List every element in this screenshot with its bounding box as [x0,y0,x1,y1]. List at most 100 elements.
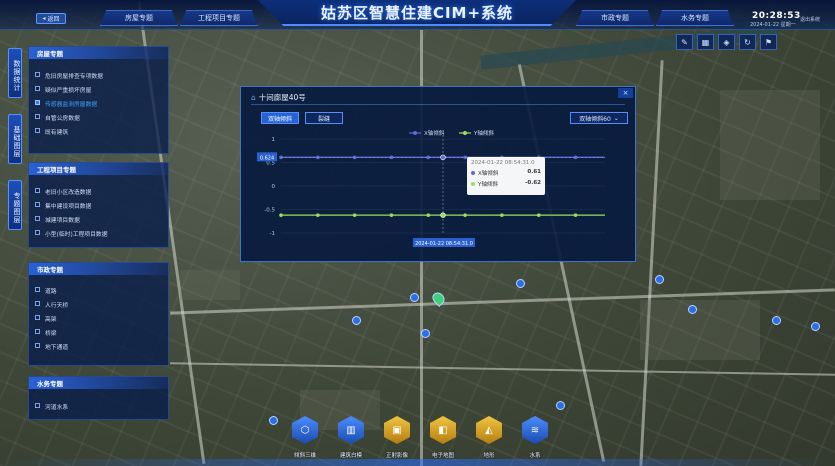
checkbox[interactable] [35,188,40,193]
section-water: 水务专题 河道水系 [28,376,169,420]
building-marker[interactable] [352,316,361,325]
pencil-icon[interactable]: ✎ [676,34,693,50]
tab-engineering[interactable]: 工程项目专题 [180,10,258,26]
layer-item[interactable]: 城建项目数据 [29,212,168,226]
checkbox-checked[interactable] [35,100,40,105]
y-tick-label: -0.5 [264,208,275,214]
layer-item-label: 集中建设项目数据 [45,203,92,210]
side-tab-statistics[interactable]: 数据统计 [8,48,22,98]
road [170,362,835,376]
checkbox[interactable] [35,301,40,306]
section-engineering: 工程项目专题 老旧小区改造数据 集中建设项目数据 城建项目数据 小型(临时)工程… [28,162,169,248]
checkbox[interactable] [35,216,40,221]
layer-item-active[interactable]: 传感器监测房屋数据 [29,96,168,110]
building-marker[interactable] [556,401,565,410]
dock-item[interactable]: ⬡ 倾斜三维 [289,412,321,466]
tooltip-value: 0.61 [527,169,541,175]
layer-item-label: 老旧小区改造数据 [45,189,92,196]
checkbox[interactable] [35,72,40,77]
dock-item[interactable]: ◧ 电子地图 [427,412,459,466]
flag-icon[interactable]: ⚑ [760,34,777,50]
layer-item[interactable]: 老旧小区改造数据 [29,184,168,198]
checkbox[interactable] [35,86,40,91]
building-marker[interactable] [410,293,419,302]
building-marker[interactable] [772,316,781,325]
tooltip-series-name: X轴倾斜 [478,171,499,177]
series-dot [471,171,475,175]
series-dot [471,182,475,186]
series-point [352,213,357,217]
rotate-icon[interactable]: ↻ [739,34,756,50]
layer-item[interactable]: 桥梁 [29,325,168,339]
section-title: 市政专题 [29,263,168,275]
series-point [426,213,431,217]
city-block [720,90,820,200]
dock-item[interactable]: ▣ 正射影像 [381,412,413,466]
building-marker[interactable] [516,279,525,288]
layer-item-label: 危旧房屋排查专项数据 [45,73,103,80]
layer-item[interactable]: 疑似严重损坏房屋 [29,82,168,96]
series-point [389,213,394,217]
exit-link[interactable]: 退出系统 [800,16,820,23]
checkbox[interactable] [35,329,40,334]
grid-icon[interactable]: ▦ [697,34,714,50]
dock-item[interactable]: ▥ 建筑白模 [335,412,367,466]
checkbox[interactable] [35,315,40,320]
legend-label: Y轴倾斜 [473,129,494,137]
layer-item[interactable]: 既有建筑 [29,124,168,138]
image-icon: ▣ [384,416,410,444]
layers-icon[interactable]: ◈ [718,34,735,50]
chart-grid [281,138,605,234]
checkbox[interactable] [35,114,40,119]
layer-item[interactable]: 自管公房数据 [29,110,168,124]
dock-item-label: 水系 [529,453,541,459]
layer-item-label: 道路 [45,288,57,295]
layer-item[interactable]: 人行天桥 [29,297,168,311]
layer-item[interactable]: 集中建设项目数据 [29,198,168,212]
checkbox[interactable] [35,403,40,408]
water-icon: ≋ [522,416,548,444]
dock-item[interactable]: ◭ 地形 [473,412,505,466]
cube-icon: ⬡ [292,416,318,444]
map-icon: ◧ [430,416,456,444]
layer-item[interactable]: 危旧房屋排查专项数据 [29,68,168,82]
chart-legend: X轴倾斜 Y轴倾斜 [409,129,494,137]
checkbox[interactable] [35,230,40,235]
layer-item[interactable]: 小型(临时)工程项目数据 [29,226,168,240]
map-toolbar: ✎ ▦ ◈ ↻ ⚑ [676,34,784,50]
checkbox[interactable] [35,343,40,348]
dock-item-label: 电子地图 [431,453,454,459]
building-marker[interactable] [688,305,697,314]
layer-item-label: 既有建筑 [45,129,69,136]
layer-item[interactable]: 高架 [29,311,168,325]
dock-item-label: 倾斜三维 [293,453,316,459]
highlight-layer: 0.624 2024-01-22 08:54:31.0 [257,135,605,247]
tab-water[interactable]: 水务专题 [656,10,734,26]
building-marker[interactable] [421,329,430,338]
layer-item[interactable]: 道路 [29,283,168,297]
back-button[interactable]: ◂ 返回 [36,13,66,24]
legend-dot [463,131,467,135]
side-tab-theme-layers[interactable]: 专题图层 [8,180,22,230]
tab-municipal[interactable]: 市政专题 [576,10,654,26]
layer-item[interactable]: 河道水系 [29,399,168,413]
building-marker[interactable] [811,322,820,331]
clock-time: 20:28:53 [752,11,801,21]
y-tick-label: 1 [272,137,276,143]
layer-item-label: 传感器监测房屋数据 [45,101,98,108]
building-marker[interactable] [655,275,664,284]
dock-item[interactable]: ≋ 水系 [519,412,551,466]
side-tab-base-layers[interactable]: 基础图层 [8,114,22,164]
checkbox[interactable] [35,128,40,133]
road [639,60,664,466]
y-axis-ticks: 1 0.5 0 -0.5 -1 [264,137,275,237]
chart-tooltip: 2024-01-22 08:54:31.0 X轴倾斜 0.61 Y轴倾斜 -0.… [467,157,545,195]
tooltip-time: 2024-01-22 08:54:31.0 [471,160,535,166]
checkbox[interactable] [35,287,40,292]
section-municipal: 市政专题 道路 人行天桥 高架 桥梁 地下通道 [28,262,169,366]
layer-item[interactable]: 地下通道 [29,339,168,353]
tilt-chart[interactable]: X轴倾斜 Y轴倾斜 1 0.5 0 -0.5 -1 0.624 2024-01-22 08:… [241,87,637,263]
section-title: 房屋专题 [29,47,168,59]
tab-housing[interactable]: 房屋专题 [100,10,178,26]
checkbox[interactable] [35,202,40,207]
